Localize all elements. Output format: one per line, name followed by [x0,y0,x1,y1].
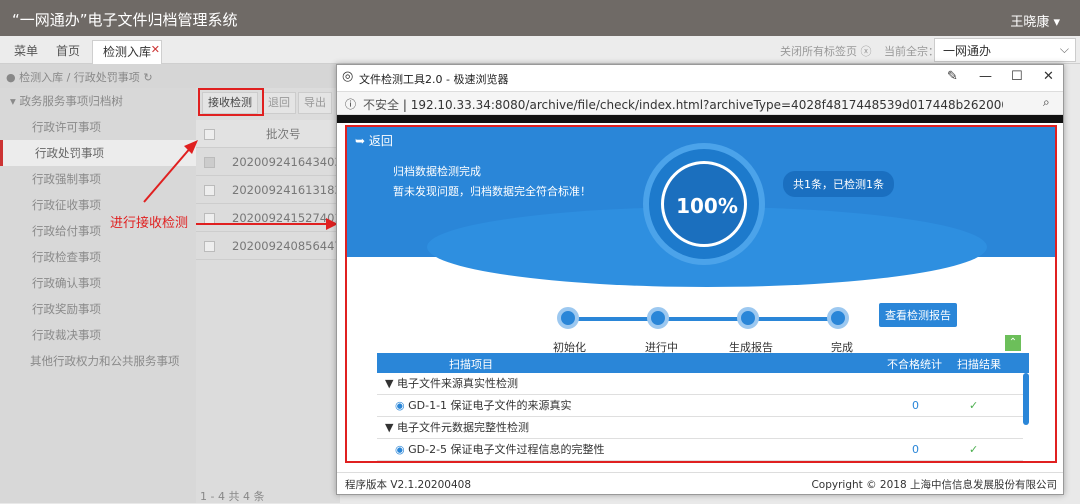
version-text: 程序版本 V2.1.20200408 [345,479,471,491]
zoom-icon[interactable]: ⌕ [1043,95,1050,110]
sidebar-item-other[interactable]: 其他行政权力和公共服务事项 [0,348,196,374]
sidebar-tree-root[interactable]: ▾ 政务服务事项归档树 [0,88,196,114]
app-title: “一网通办”电子文件归档管理系统 [12,11,238,29]
scan-item-row[interactable]: ◉ GD-1-1 保证电子文件的来源真实 0 ✓ [377,395,1023,417]
app-header: “一网通办”电子文件归档管理系统 王晓康 ▾ [0,0,1080,36]
tab-check-import[interactable]: 检测入库 ✕ [92,39,163,64]
refresh-icon[interactable]: ↻ [143,71,152,84]
breadcrumb: ● 检测入库 / 行政处罚事项 ↻ [0,64,340,88]
check-icon: ✓ [969,443,979,456]
tab-home[interactable]: 首页 [46,40,90,64]
edit-icon[interactable]: ✎ [947,69,958,84]
select-all-checkbox[interactable] [204,129,215,140]
scope-label: 当前全宗： [884,45,939,58]
copyright-text: Copyright © 2018 上海中信信息发展股份有限公司 [811,479,1057,491]
close-icon[interactable]: ✕ [151,39,160,61]
step-dot [737,307,759,329]
scan-group-row[interactable]: ▼ 电子文件来源真实性检测 [377,373,1023,395]
user-name: 王晓康 [1010,15,1050,30]
expand-icon[interactable]: ▼ [377,377,393,390]
result-title: 归档数据检测完成 [393,165,481,178]
scan-group-row[interactable]: ▼ 电子文件元数据完整性检测 [377,417,1023,439]
sidebar-item-inspection[interactable]: 行政检查事项 [0,244,196,270]
tab-menu[interactable]: 菜单 [4,40,48,64]
step-dot [827,307,849,329]
status-bar: 程序版本 V2.1.20200408 Copyright © 2018 上海中信… [337,472,1063,494]
tab-label: 检测入库 [103,45,152,59]
chevron-down-icon: ⌵ [1059,42,1069,56]
progress-inner: 100% [661,161,747,247]
info-icon[interactable]: ⓘ [345,96,356,112]
check-tool-app: ➥ 返回 归档数据检测完成 暂未发现问题，归档数据完全符合标准！ 100% 共1… [345,125,1057,463]
close-all-tabs-link[interactable]: 关闭所有标签页 ⓧ [780,43,872,59]
sidebar-item-reward[interactable]: 行政奖励事项 [0,296,196,322]
count-badge: 共1条，已检测1条 [783,171,894,197]
sidebar-item-license[interactable]: 行政许可事项 [0,114,196,140]
annotation-arrows [143,140,338,230]
progress-ring: 100% [643,143,765,265]
user-icon: ● [6,71,16,84]
step-track [573,317,839,321]
tab-bar: 菜单 首页 检测入库 ✕ 关闭所有标签页 ⓧ 当前全宗： [0,36,1080,64]
expand-icon[interactable]: ▼ [377,421,393,434]
step-dot [557,307,579,329]
browser-logo-icon: ◎ [342,69,354,84]
radio-icon: ◉ [395,399,405,412]
step-dot [647,307,669,329]
browser-window: ◎ 文件检测工具2.0 - 极速浏览器 ✎ — ☐ ✕ ⓘ 不安全 | 192.… [336,64,1064,495]
pagination-summary: 1 - 4 共 4 条 [200,490,265,503]
radio-icon: ◉ [395,443,405,456]
scrollbar[interactable] [1023,373,1029,425]
address-bar[interactable]: ⓘ 不安全 | 192.10.33.34:8080/archive/file/c… [337,91,1063,115]
export-button[interactable]: 导出 [298,92,332,114]
minimize-icon[interactable]: — [979,69,992,84]
back-arrow-icon: ➥ [355,134,366,148]
page-top-bar [337,115,1063,123]
browser-title: 文件检测工具2.0 - 极速浏览器 [359,73,509,86]
collapse-up-icon[interactable]: ⌃ [1005,335,1021,351]
scan-item-row[interactable]: ◉ GD-2-5 保证电子文件过程信息的完整性 0 ✓ [377,439,1023,461]
view-report-button[interactable]: 查看检测报告 [879,303,957,327]
sidebar-item-confirmation[interactable]: 行政确认事项 [0,270,196,296]
url-field[interactable]: 不安全 | 192.10.33.34:8080/archive/file/che… [363,96,1003,113]
sidebar-item-ruling[interactable]: 行政裁决事项 [0,322,196,348]
maximize-icon[interactable]: ☐ [1011,69,1023,84]
browser-titlebar: ◎ 文件检测工具2.0 - 极速浏览器 ✎ — ☐ ✕ [337,65,1063,91]
back-button[interactable]: ➥ 返回 [355,132,393,149]
close-icon[interactable]: ✕ [1043,69,1054,84]
caret-down-icon: ▾ [1053,15,1060,30]
scope-select[interactable]: 一网通办 ⌵ [934,38,1076,62]
return-button[interactable]: 退回 [262,92,296,114]
user-menu[interactable]: 王晓康 ▾ [1010,11,1060,30]
scan-table-header: 扫描项目 不合格统计 扫描结果 [377,353,1029,373]
row-checkbox[interactable] [204,241,215,252]
receive-check-highlight [198,88,264,116]
result-message: 暂未发现问题，归档数据完全符合标准！ [393,185,591,198]
progress-percent: 100% [676,194,738,218]
check-icon: ✓ [969,399,979,412]
result-banner: ➥ 返回 归档数据检测完成 暂未发现问题，归档数据完全符合标准！ 100% 共1… [347,127,1055,287]
